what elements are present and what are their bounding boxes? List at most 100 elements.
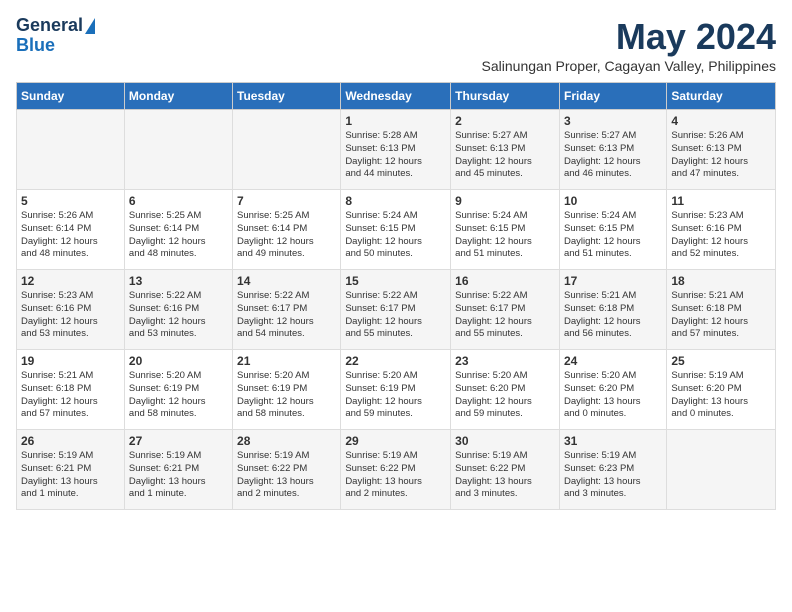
day-info: and 48 minutes. — [129, 248, 228, 261]
day-info: Sunset: 6:15 PM — [345, 223, 446, 236]
day-info: Daylight: 13 hours — [237, 476, 336, 489]
day-info: Sunrise: 5:23 AM — [671, 210, 771, 223]
day-cell: 15Sunrise: 5:22 AMSunset: 6:17 PMDayligh… — [341, 270, 451, 350]
weekday-header-sunday: Sunday — [17, 83, 125, 110]
day-info: and 44 minutes. — [345, 168, 446, 181]
day-info: Sunset: 6:16 PM — [129, 303, 228, 316]
day-info: Daylight: 12 hours — [671, 236, 771, 249]
day-info: Sunrise: 5:23 AM — [21, 290, 120, 303]
day-info: Sunrise: 5:26 AM — [671, 130, 771, 143]
day-info: and 48 minutes. — [21, 248, 120, 261]
day-info: and 0 minutes. — [671, 408, 771, 421]
day-cell: 5Sunrise: 5:26 AMSunset: 6:14 PMDaylight… — [17, 190, 125, 270]
day-info: Sunset: 6:20 PM — [564, 383, 662, 396]
day-number: 12 — [21, 274, 120, 288]
day-info: and 1 minute. — [129, 488, 228, 501]
day-cell: 16Sunrise: 5:22 AMSunset: 6:17 PMDayligh… — [451, 270, 560, 350]
day-info: Sunset: 6:15 PM — [455, 223, 555, 236]
day-number: 1 — [345, 114, 446, 128]
header: General Blue May 2024 Salinungan Proper,… — [16, 16, 776, 74]
day-info: and 3 minutes. — [455, 488, 555, 501]
day-info: Sunrise: 5:25 AM — [129, 210, 228, 223]
day-info: and 0 minutes. — [564, 408, 662, 421]
day-info: Daylight: 13 hours — [564, 396, 662, 409]
day-number: 17 — [564, 274, 662, 288]
day-cell: 25Sunrise: 5:19 AMSunset: 6:20 PMDayligh… — [667, 350, 776, 430]
day-number: 14 — [237, 274, 336, 288]
day-number: 4 — [671, 114, 771, 128]
day-cell — [17, 110, 125, 190]
day-cell: 20Sunrise: 5:20 AMSunset: 6:19 PMDayligh… — [124, 350, 232, 430]
day-info: and 57 minutes. — [671, 328, 771, 341]
day-info: Sunrise: 5:22 AM — [345, 290, 446, 303]
day-number: 8 — [345, 194, 446, 208]
day-number: 10 — [564, 194, 662, 208]
day-info: Daylight: 12 hours — [564, 316, 662, 329]
day-info: Daylight: 12 hours — [345, 156, 446, 169]
day-info: Sunset: 6:19 PM — [345, 383, 446, 396]
day-info: Sunrise: 5:19 AM — [129, 450, 228, 463]
day-number: 6 — [129, 194, 228, 208]
day-info: Sunrise: 5:19 AM — [564, 450, 662, 463]
week-row-2: 5Sunrise: 5:26 AMSunset: 6:14 PMDaylight… — [17, 190, 776, 270]
day-info: and 56 minutes. — [564, 328, 662, 341]
day-info: Sunset: 6:18 PM — [671, 303, 771, 316]
day-cell: 10Sunrise: 5:24 AMSunset: 6:15 PMDayligh… — [559, 190, 666, 270]
day-info: Daylight: 13 hours — [21, 476, 120, 489]
day-info: and 52 minutes. — [671, 248, 771, 261]
day-cell — [667, 430, 776, 510]
day-cell: 27Sunrise: 5:19 AMSunset: 6:21 PMDayligh… — [124, 430, 232, 510]
day-info: Daylight: 12 hours — [129, 316, 228, 329]
day-info: and 2 minutes. — [237, 488, 336, 501]
day-info: and 57 minutes. — [21, 408, 120, 421]
day-info: Sunset: 6:14 PM — [21, 223, 120, 236]
day-cell: 7Sunrise: 5:25 AMSunset: 6:14 PMDaylight… — [233, 190, 341, 270]
day-info: Sunset: 6:20 PM — [671, 383, 771, 396]
day-cell: 28Sunrise: 5:19 AMSunset: 6:22 PMDayligh… — [233, 430, 341, 510]
day-info: Daylight: 12 hours — [129, 396, 228, 409]
day-cell: 2Sunrise: 5:27 AMSunset: 6:13 PMDaylight… — [451, 110, 560, 190]
day-info: Sunset: 6:21 PM — [129, 463, 228, 476]
day-info: and 58 minutes. — [129, 408, 228, 421]
day-cell: 14Sunrise: 5:22 AMSunset: 6:17 PMDayligh… — [233, 270, 341, 350]
day-info: Daylight: 13 hours — [129, 476, 228, 489]
day-info: Daylight: 12 hours — [455, 396, 555, 409]
day-info: Sunset: 6:22 PM — [345, 463, 446, 476]
day-number: 15 — [345, 274, 446, 288]
logo-blue: Blue — [16, 36, 55, 56]
day-info: and 58 minutes. — [237, 408, 336, 421]
day-cell: 11Sunrise: 5:23 AMSunset: 6:16 PMDayligh… — [667, 190, 776, 270]
day-info: and 59 minutes. — [455, 408, 555, 421]
day-cell: 26 Sunrise: 5:19 AMSunset: 6:21 PMDayligh… — [17, 430, 125, 510]
day-cell: 22Sunrise: 5:20 AMSunset: 6:19 PMDayligh… — [341, 350, 451, 430]
day-info: Sunrise: 5:27 AM — [455, 130, 555, 143]
day-info: Daylight: 12 hours — [564, 236, 662, 249]
day-info: and 51 minutes. — [564, 248, 662, 261]
day-number: 30 — [455, 434, 555, 448]
day-info: Sunrise: 5:19 AM — [21, 450, 120, 463]
day-info: Sunrise: 5:28 AM — [345, 130, 446, 143]
day-info: Sunset: 6:20 PM — [455, 383, 555, 396]
day-info: Sunrise: 5:19 AM — [345, 450, 446, 463]
day-info: Sunset: 6:16 PM — [21, 303, 120, 316]
day-info: and 49 minutes. — [237, 248, 336, 261]
day-number: 16 — [455, 274, 555, 288]
day-info: Sunset: 6:18 PM — [21, 383, 120, 396]
weekday-header-monday: Monday — [124, 83, 232, 110]
day-info: and 59 minutes. — [345, 408, 446, 421]
day-info: and 46 minutes. — [564, 168, 662, 181]
day-info: Sunset: 6:19 PM — [237, 383, 336, 396]
day-info: Daylight: 12 hours — [671, 316, 771, 329]
day-info: Sunrise: 5:19 AM — [671, 370, 771, 383]
day-number: 11 — [671, 194, 771, 208]
day-info: Sunrise: 5:26 AM — [21, 210, 120, 223]
day-info: Sunset: 6:21 PM — [21, 463, 120, 476]
day-number: 26 — [21, 434, 120, 448]
day-info: Daylight: 12 hours — [564, 156, 662, 169]
weekday-header-friday: Friday — [559, 83, 666, 110]
day-info: Sunset: 6:22 PM — [455, 463, 555, 476]
day-cell: 3Sunrise: 5:27 AMSunset: 6:13 PMDaylight… — [559, 110, 666, 190]
day-number: 25 — [671, 354, 771, 368]
day-cell: 6Sunrise: 5:25 AMSunset: 6:14 PMDaylight… — [124, 190, 232, 270]
day-info: and 50 minutes. — [345, 248, 446, 261]
